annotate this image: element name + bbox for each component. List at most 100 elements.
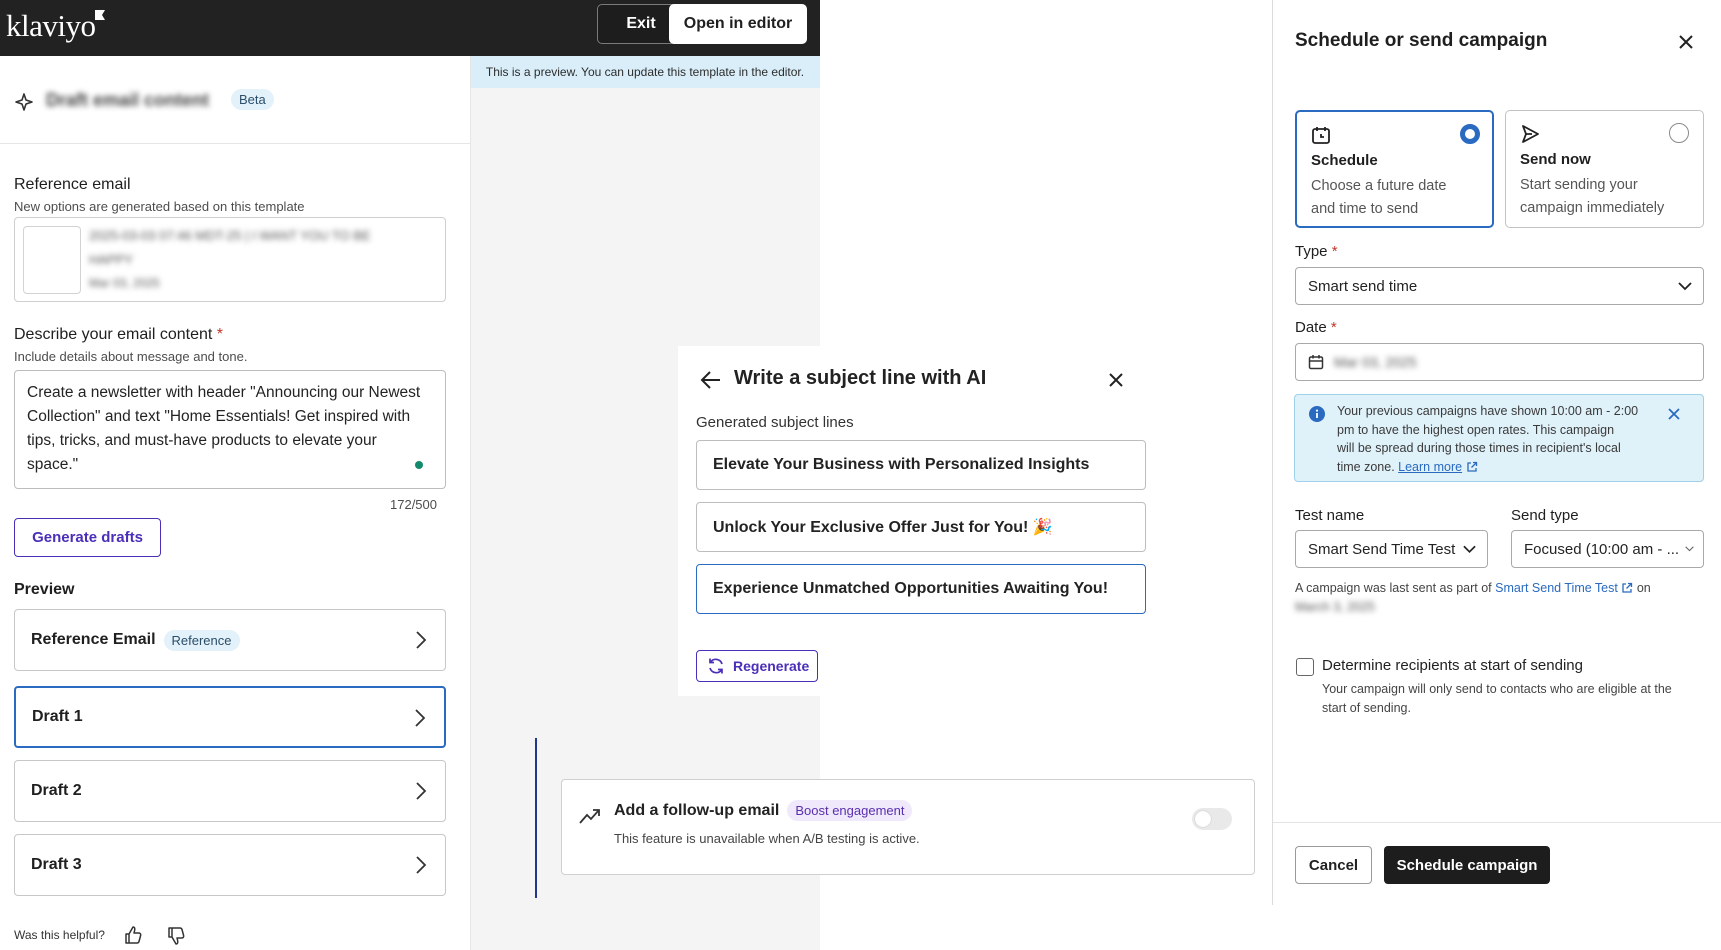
followup-description: This feature is unavailable when A/B tes…	[614, 831, 920, 846]
followup-title-row: Add a follow-up email Boost engagement	[614, 800, 913, 821]
preview-item-label: Draft 3	[31, 856, 82, 873]
describe-email-textarea[interactable]: Create a newsletter with header "Announc…	[14, 370, 446, 489]
followup-accent-line	[535, 738, 537, 898]
preview-item-draft-2[interactable]: Draft 2	[14, 760, 446, 822]
followup-toggle[interactable]	[1192, 808, 1232, 830]
determine-desc-line-1: Your campaign will only send to contacts…	[1322, 682, 1672, 696]
back-arrow-icon[interactable]	[700, 370, 722, 390]
info-text: Your previous campaigns have shown 10:00…	[1337, 402, 1657, 476]
schedule-desc-line2: and time to send	[1311, 201, 1419, 217]
preview-item-label: Reference Email	[31, 631, 156, 648]
send-type-label: Send type	[1511, 507, 1579, 524]
info-line-4: time zone.	[1337, 459, 1395, 474]
test-name-select[interactable]: Smart Send Time Test	[1295, 530, 1488, 568]
generate-drafts-button[interactable]: Generate drafts	[14, 518, 161, 557]
preview-item-draft-3[interactable]: Draft 3	[14, 834, 446, 896]
determine-desc-line-2: start of sending.	[1322, 700, 1411, 715]
reference-email-subtext: New options are generated based on this …	[14, 199, 305, 214]
send-now-option-card[interactable]: Send now Start sending your campaign imm…	[1505, 110, 1704, 228]
preview-item-draft-1[interactable]: Draft 1	[14, 686, 446, 748]
schedule-option-desc: Choose a future date and time to send	[1311, 175, 1446, 221]
send-icon	[1522, 125, 1539, 143]
reference-email-date: Mar 03, 2025	[89, 276, 160, 290]
send-now-desc-line2: campaign immediately	[1520, 200, 1665, 216]
close-info-icon[interactable]	[1667, 407, 1681, 421]
last-sent-on: on	[1636, 581, 1651, 595]
thumbs-up-icon[interactable]	[123, 925, 143, 945]
draft-panel-title: Draft email content	[46, 90, 210, 110]
preview-item-label: Draft 2	[31, 782, 82, 799]
refresh-icon	[709, 658, 723, 674]
last-sent-prefix: A campaign was last sent as part of	[1295, 581, 1492, 595]
thumbs-down-icon[interactable]	[166, 926, 186, 946]
helpful-prompt: Was this helpful?	[14, 928, 105, 942]
beta-badge: Beta	[231, 89, 274, 110]
schedule-campaign-button[interactable]: Schedule campaign	[1384, 846, 1550, 884]
test-name-value: Smart Send Time Test	[1308, 540, 1456, 558]
schedule-radio-selected[interactable]	[1460, 124, 1480, 144]
calendar-clock-icon	[1312, 127, 1330, 144]
type-select-value: Smart send time	[1308, 277, 1418, 295]
subject-option-2[interactable]: Unlock Your Exclusive Offer Just for You…	[696, 502, 1146, 552]
chevron-right-icon	[416, 782, 427, 800]
send-now-desc-line1: Start sending your	[1520, 177, 1638, 193]
reference-email-thumbnail	[23, 226, 81, 294]
preview-item-reference-email[interactable]: Reference Email Reference	[14, 609, 446, 671]
date-label-row: Date *	[1295, 319, 1337, 336]
schedule-desc-line1: Choose a future date	[1311, 178, 1447, 194]
preview-item-label: Draft 1	[32, 708, 83, 725]
footer-divider	[1273, 822, 1721, 823]
send-type-value: Focused (10:00 am - ...	[1524, 540, 1680, 558]
chevron-right-icon	[416, 631, 427, 649]
external-link-icon	[1466, 461, 1477, 472]
chevron-down-icon	[1678, 282, 1692, 291]
schedule-option-title: Schedule	[1311, 152, 1378, 169]
reference-email-card[interactable]: 2025-03-03 07:46 MDT-25 | I WANT YOU TO …	[14, 217, 446, 302]
regenerate-label: Regenerate	[733, 658, 810, 674]
subject-option-3[interactable]: Experience Unmatched Opportunities Await…	[696, 564, 1146, 614]
info-line-3: will be spread during those times in rec…	[1337, 441, 1621, 455]
preview-heading: Preview	[14, 581, 75, 598]
schedule-option-card[interactable]: Schedule Choose a future date and time t…	[1295, 110, 1494, 228]
type-select[interactable]: Smart send time	[1295, 267, 1704, 305]
send-type-select[interactable]: Focused (10:00 am - ...	[1511, 530, 1704, 568]
send-now-radio[interactable]	[1669, 123, 1689, 143]
chevron-right-icon	[416, 856, 427, 874]
date-input[interactable]: Mar 03, 2025	[1295, 343, 1704, 381]
type-label-row: Type *	[1295, 243, 1338, 260]
boost-engagement-badge: Boost engagement	[787, 800, 913, 821]
date-label: Date	[1295, 319, 1327, 336]
chevron-down-icon	[1685, 546, 1694, 552]
reference-badge: Reference	[163, 629, 240, 651]
date-value: Mar 03, 2025	[1334, 354, 1417, 370]
subject-modal-title: Write a subject line with AI	[734, 367, 987, 389]
preview-banner: This is a preview. You can update this t…	[470, 56, 820, 88]
smart-send-time-test-link[interactable]: Smart Send Time Test	[1495, 581, 1618, 595]
determine-recipients-desc: Your campaign will only send to contacts…	[1322, 680, 1702, 717]
last-sent-date: March 3, 2025	[1295, 600, 1375, 614]
test-name-label: Test name	[1295, 507, 1365, 524]
subject-option-1[interactable]: Elevate Your Business with Personalized …	[696, 440, 1146, 490]
required-mark: *	[1330, 319, 1337, 336]
describe-label-row: Describe your email content *	[14, 326, 223, 344]
chevron-right-icon	[415, 709, 426, 727]
close-icon[interactable]	[1678, 34, 1694, 50]
describe-email-subtext: Include details about message and tone.	[14, 349, 248, 364]
describe-email-value: Create a newsletter with header "Announc…	[27, 384, 421, 473]
close-icon[interactable]	[1108, 372, 1124, 388]
reference-email-name-2: HAPPY	[89, 252, 134, 267]
determine-recipients-label: Determine recipients at start of sending	[1322, 657, 1583, 674]
panel-divider	[470, 56, 471, 950]
reference-email-label: Reference email	[14, 176, 131, 193]
reference-email-name: 2025-03-03 07:46 MDT-25 | I WANT YOU TO …	[89, 228, 371, 243]
last-sent-row: A campaign was last sent as part of Smar…	[1295, 581, 1695, 595]
regenerate-button[interactable]: Regenerate	[696, 650, 818, 682]
info-line-2: pm to have the highest open rates. This …	[1337, 422, 1615, 437]
cancel-button[interactable]: Cancel	[1295, 846, 1372, 884]
followup-email-card: Add a follow-up email Boost engagement T…	[561, 779, 1255, 875]
grammar-status-dot	[415, 461, 423, 469]
header-divider	[0, 143, 470, 144]
determine-recipients-checkbox[interactable]	[1296, 658, 1314, 676]
open-in-editor-button[interactable]: Open in editor	[669, 4, 807, 44]
learn-more-link[interactable]: Learn more	[1398, 460, 1462, 474]
